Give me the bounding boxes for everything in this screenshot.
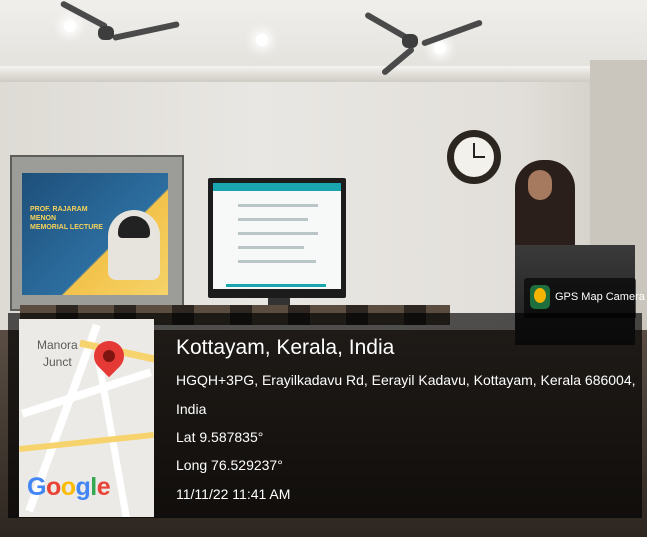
cornice — [0, 66, 647, 82]
ceiling-light — [64, 20, 76, 32]
address-line: India — [176, 401, 207, 417]
map-place-label: Manora — [37, 338, 78, 352]
poster-title: PROF. RAJARAM MENON MEMORIAL LECTURE — [30, 206, 103, 231]
wall-clock — [447, 130, 501, 184]
poster-portrait — [108, 210, 160, 280]
google-logo: Google — [27, 473, 111, 501]
map-place-label: Junct — [43, 355, 72, 369]
ceiling — [0, 0, 647, 70]
location-title: Kottayam, Kerala, India — [176, 336, 395, 359]
ceiling-light — [434, 42, 446, 54]
speaker-face — [528, 170, 552, 200]
latitude-text: Lat 9.587835° — [176, 429, 264, 445]
ceiling-light — [256, 34, 268, 46]
display-screen-content — [213, 183, 341, 289]
timestamp-text: 11/11/22 11:41 AM — [176, 486, 291, 502]
address-line: HGQH+3PG, Erayilkadavu Rd, Eerayil Kadav… — [176, 372, 636, 388]
map-pin-icon — [530, 285, 550, 309]
gps-camera-label: GPS Map Camera — [555, 291, 645, 303]
longitude-text: Long 76.529237° — [176, 457, 283, 473]
